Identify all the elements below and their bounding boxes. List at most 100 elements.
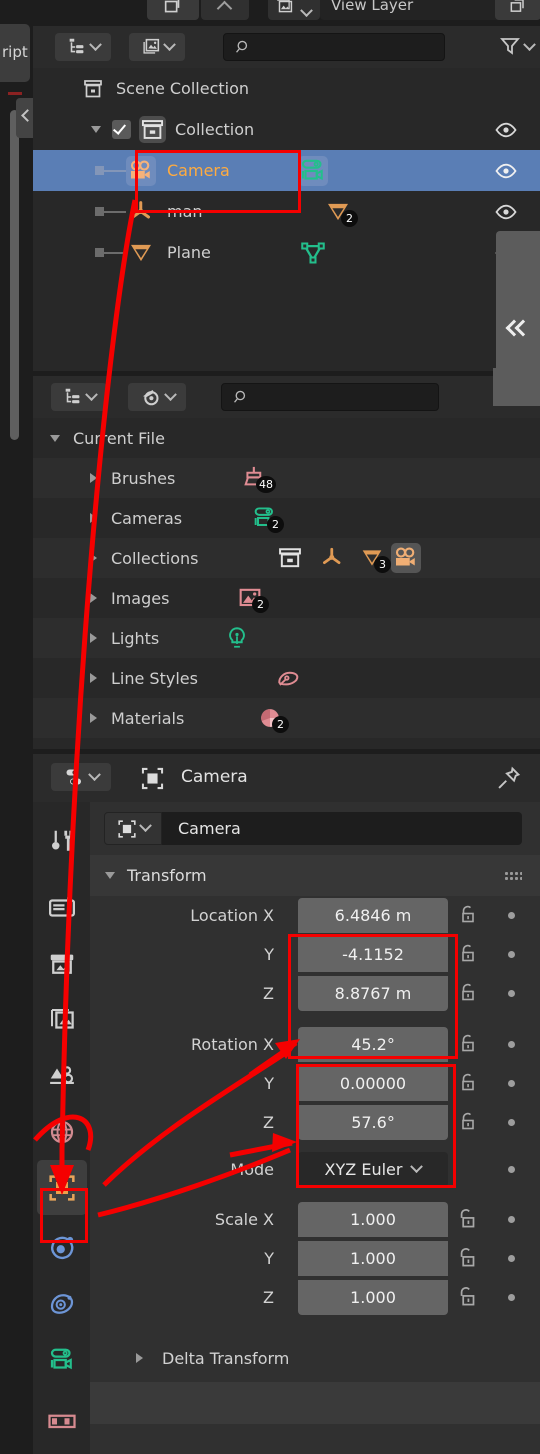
blenderfile-search-input[interactable] bbox=[221, 383, 439, 411]
eye-icon[interactable] bbox=[494, 118, 518, 142]
object-name-value: Camera bbox=[178, 819, 241, 838]
expand-arrow-icon[interactable] bbox=[50, 434, 60, 442]
mesh-data-icon-wrap[interactable]: 2 bbox=[323, 197, 358, 227]
animate-decorator-icon[interactable] bbox=[508, 1041, 515, 1048]
rotation-z-field[interactable]: 57.6° bbox=[298, 1105, 448, 1140]
tab-render[interactable] bbox=[37, 880, 87, 935]
tab-view-layer[interactable] bbox=[37, 992, 87, 1047]
panel-header-relations[interactable] bbox=[90, 1382, 540, 1424]
collection-icon bbox=[279, 548, 301, 568]
tab-object-data[interactable] bbox=[37, 1332, 87, 1387]
expand-arrow-icon[interactable] bbox=[90, 553, 97, 563]
workspace-tab-scripting[interactable]: ript bbox=[0, 24, 30, 82]
expand-arrow-icon[interactable] bbox=[90, 673, 97, 683]
expand-arrow-icon[interactable] bbox=[90, 473, 97, 483]
animate-decorator-icon[interactable] bbox=[508, 912, 515, 919]
properties-breadcrumb: Camera bbox=[181, 767, 248, 787]
object-name-field[interactable]: Camera bbox=[162, 812, 522, 845]
new-view-layer-button[interactable] bbox=[495, 0, 540, 20]
editor-type-button[interactable] bbox=[51, 763, 111, 791]
blenderfile-row-images[interactable]: Images 2 bbox=[33, 578, 540, 618]
blenderfile-display-mode-button[interactable] bbox=[51, 383, 107, 411]
location-z-field[interactable]: 8.8767 m bbox=[298, 976, 448, 1011]
tab-output[interactable] bbox=[37, 936, 87, 991]
region-collapse-button[interactable] bbox=[505, 316, 535, 342]
lock-icon[interactable] bbox=[456, 1032, 480, 1056]
outliner-row-collection[interactable]: Collection bbox=[33, 109, 540, 150]
blenderfile-row-line-styles[interactable]: Line Styles bbox=[33, 658, 540, 698]
rotation-mode-select[interactable]: XYZ Euler bbox=[298, 1152, 448, 1187]
blenderfile-id-type-button[interactable] bbox=[128, 383, 186, 411]
lock-icon[interactable] bbox=[456, 1071, 480, 1095]
expand-arrow-icon[interactable] bbox=[90, 713, 97, 723]
eye-icon[interactable] bbox=[494, 200, 518, 224]
location-y-field[interactable]: -4.1152 bbox=[298, 937, 448, 972]
scene-browse-button[interactable] bbox=[147, 0, 199, 20]
animate-decorator-icon[interactable] bbox=[508, 1119, 515, 1126]
blenderfile-row-lights[interactable]: Lights bbox=[33, 618, 540, 658]
pin-icon[interactable] bbox=[495, 765, 522, 792]
expand-arrow-icon[interactable] bbox=[105, 872, 115, 879]
location-x-field[interactable]: 6.4846 m bbox=[298, 898, 448, 933]
mesh-vert-icon[interactable] bbox=[298, 238, 328, 268]
rotation-y-field[interactable]: 0.00000 bbox=[298, 1066, 448, 1101]
animate-decorator-icon[interactable] bbox=[508, 1255, 515, 1262]
animate-decorator-icon[interactable] bbox=[508, 1294, 515, 1301]
animate-decorator-icon[interactable] bbox=[508, 951, 515, 958]
lock-icon[interactable] bbox=[456, 981, 480, 1005]
scale-z-field[interactable]: 1.000 bbox=[298, 1280, 448, 1315]
unlock-icon[interactable] bbox=[454, 1206, 480, 1232]
blenderfile-row-collections[interactable]: Collections 3 bbox=[33, 538, 540, 578]
scale-y-value: 1.000 bbox=[350, 1249, 396, 1268]
view-layer-browse-button[interactable] bbox=[268, 0, 320, 20]
unlock-icon[interactable] bbox=[454, 1245, 480, 1271]
left-editor-scrollbar[interactable] bbox=[10, 110, 19, 440]
tab-tool[interactable] bbox=[37, 814, 87, 869]
tab-modifiers[interactable] bbox=[37, 1220, 87, 1275]
outliner-row-man[interactable]: man 2 bbox=[33, 191, 540, 232]
tab-material[interactable] bbox=[37, 1394, 87, 1449]
outliner-id-type-button[interactable] bbox=[129, 33, 185, 61]
tab-object[interactable] bbox=[37, 1160, 87, 1215]
blenderfile-row-current-file[interactable]: Current File bbox=[33, 418, 540, 458]
location-z-value: 8.8767 m bbox=[334, 984, 412, 1003]
expand-arrow-icon[interactable] bbox=[136, 1353, 143, 1363]
outliner-filter-button[interactable] bbox=[490, 33, 540, 61]
rotation-x-field[interactable]: 45.2° bbox=[298, 1027, 448, 1062]
expand-arrow-icon[interactable] bbox=[90, 633, 97, 643]
new-scene-button[interactable] bbox=[201, 0, 249, 20]
view-layer-name: View Layer bbox=[331, 0, 414, 14]
expand-arrow-icon[interactable] bbox=[90, 593, 97, 603]
tab-world[interactable] bbox=[37, 1104, 87, 1159]
animate-decorator-icon[interactable] bbox=[508, 990, 515, 997]
lock-icon[interactable] bbox=[456, 942, 480, 966]
unlock-icon[interactable] bbox=[454, 1284, 480, 1310]
animate-decorator-icon[interactable] bbox=[508, 1216, 515, 1223]
blenderfile-row-brushes[interactable]: Brushes 48 bbox=[33, 458, 540, 498]
lock-icon[interactable] bbox=[456, 1110, 480, 1134]
panel-grip-icon[interactable] bbox=[504, 870, 522, 881]
outliner-row-camera[interactable]: Camera bbox=[33, 150, 540, 191]
outliner-search-input[interactable] bbox=[223, 33, 445, 61]
id-type-select[interactable] bbox=[104, 812, 162, 845]
blenderfile-row-materials[interactable]: Materials 2 bbox=[33, 698, 540, 738]
scale-x-field[interactable]: 1.000 bbox=[298, 1202, 448, 1237]
blenderfile-row-cameras[interactable]: Cameras 2 bbox=[33, 498, 540, 538]
linestyle-icon bbox=[278, 671, 299, 686]
outliner-display-mode-button[interactable] bbox=[55, 33, 111, 61]
animate-decorator-icon[interactable] bbox=[508, 1166, 515, 1173]
camera-data-icon[interactable] bbox=[298, 155, 328, 186]
animate-decorator-icon[interactable] bbox=[508, 1080, 515, 1087]
lock-icon[interactable] bbox=[456, 903, 480, 927]
expand-arrow-icon[interactable] bbox=[91, 126, 101, 133]
tab-physics[interactable] bbox=[37, 1276, 87, 1331]
panel-header-transform[interactable]: Transform bbox=[90, 855, 540, 896]
tab-scene[interactable] bbox=[37, 1048, 87, 1103]
expand-arrow-icon[interactable] bbox=[90, 513, 97, 523]
outliner-row-plane[interactable]: Plane bbox=[33, 232, 540, 273]
eye-icon[interactable] bbox=[494, 159, 518, 183]
collection-checkbox[interactable] bbox=[112, 120, 131, 139]
outliner-row-scene-collection[interactable]: Scene Collection bbox=[33, 68, 540, 109]
scale-y-field[interactable]: 1.000 bbox=[298, 1241, 448, 1276]
panel-header-delta-transform[interactable]: Delta Transform bbox=[90, 1337, 540, 1379]
